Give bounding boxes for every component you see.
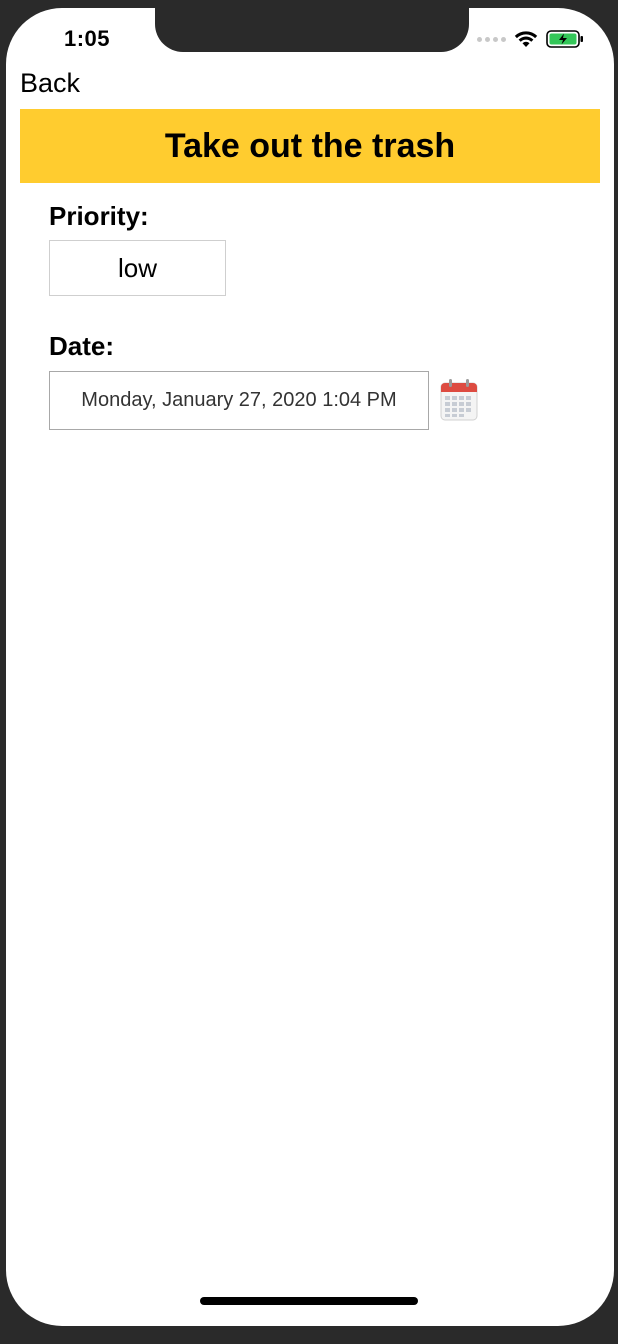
cellular-signal-icon (477, 36, 506, 42)
back-button[interactable]: Back (20, 68, 80, 99)
date-label: Date: (49, 331, 115, 361)
device-notch (155, 8, 469, 52)
status-time: 1:05 (64, 26, 111, 51)
battery-charging-icon (546, 30, 583, 48)
title-banner: Take out the trash (20, 109, 600, 183)
status-indicators (477, 30, 584, 48)
app-screen: 1:05 Back Take out the trash Priority: l… (6, 8, 614, 1326)
calendar-icon[interactable] (440, 378, 478, 421)
page-title: Take out the trash (164, 126, 456, 165)
priority-field[interactable]: low (49, 240, 226, 296)
wifi-icon (514, 31, 538, 47)
phone-frame: 1:05 Back Take out the trash Priority: l… (0, 0, 618, 1344)
home-indicator[interactable] (200, 1297, 418, 1305)
date-input[interactable]: Monday, January 27, 2020 1:04 PM (49, 371, 429, 430)
priority-label: Priority: (49, 201, 149, 231)
